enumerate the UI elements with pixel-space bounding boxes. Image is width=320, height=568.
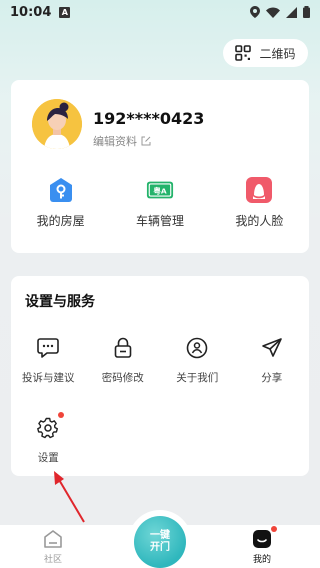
house-key-icon: [47, 176, 75, 204]
mine-notification-dot: [271, 525, 277, 532]
license-plate-icon: 粤A: [146, 176, 174, 204]
service-share[interactable]: 分享: [235, 336, 310, 385]
qr-code-label: 二维码: [259, 46, 296, 61]
avatar[interactable]: [32, 99, 82, 149]
smiley-circle-icon: [185, 336, 209, 360]
shortcut-my-face-label: 我的人脸: [235, 214, 284, 228]
mine-icon-wrap: [252, 525, 277, 549]
edit-icon: [141, 136, 151, 146]
service-settings-label: 设置: [37, 452, 59, 464]
service-feedback[interactable]: 投诉与建议: [11, 336, 86, 385]
qr-code-icon: [235, 45, 252, 61]
location-icon: [250, 6, 260, 18]
service-change-password[interactable]: 密码修改: [86, 336, 161, 385]
edit-profile-label: 编辑资料: [93, 135, 137, 148]
username: 192****0423: [93, 109, 205, 128]
service-password-label: 密码修改: [101, 372, 144, 384]
signal-icon: [286, 6, 297, 18]
shortcut-my-face[interactable]: 我的人脸: [210, 176, 309, 229]
svg-text:粤A: 粤A: [153, 185, 166, 195]
service-feedback-label: 投诉与建议: [22, 372, 75, 384]
qr-code-button[interactable]: 二维码: [223, 39, 308, 67]
status-time: 10:04: [10, 4, 52, 20]
unlock-label-line2: 开门: [150, 542, 170, 553]
profile-card: 192****0423 编辑资料 我的房屋 粤A 车辆管理 我的人脸: [11, 80, 309, 253]
services-row: 投诉与建议 密码修改 关于我们 分享: [11, 336, 309, 385]
shortcut-vehicle-label: 车辆管理: [135, 214, 184, 228]
one-key-unlock-button[interactable]: 一键 开门: [134, 516, 186, 568]
profile-shortcuts: 我的房屋 粤A 车辆管理 我的人脸: [11, 176, 309, 229]
shortcut-vehicle-management[interactable]: 粤A 车辆管理: [110, 176, 209, 229]
services-card: 设置与服务 投诉与建议 密码修改 关于我们 分享 设置: [11, 276, 309, 476]
chat-bubble-icon: [36, 336, 60, 360]
battery-icon: [303, 6, 310, 18]
avatar-illustration: [32, 99, 82, 149]
tab-mine-label: 我的: [252, 554, 271, 565]
edit-profile-link[interactable]: 编辑资料: [93, 133, 151, 149]
unlock-label-line1: 一键: [150, 530, 170, 541]
settings-notification-dot: [58, 412, 65, 418]
shortcut-my-house[interactable]: 我的房屋: [11, 176, 110, 229]
service-share-label: 分享: [261, 372, 283, 384]
wifi-icon: [266, 7, 280, 18]
home-icon: [44, 529, 62, 548]
tab-community-label: 社区: [43, 554, 62, 565]
status-icons: [250, 6, 310, 18]
service-about-us[interactable]: 关于我们: [160, 336, 235, 385]
tab-mine[interactable]: 我的: [222, 525, 302, 568]
shortcut-my-house-label: 我的房屋: [36, 214, 85, 228]
gear-icon: [36, 412, 65, 440]
face-icon: [245, 176, 273, 204]
services-row-2: 设置: [11, 412, 86, 465]
paper-plane-icon: [260, 336, 284, 360]
smile-face-icon: [253, 529, 271, 548]
status-bar: 10:04 A: [0, 0, 320, 24]
notification-badge: A: [59, 6, 71, 18]
service-settings[interactable]: 设置: [11, 412, 86, 465]
service-about-label: 关于我们: [176, 372, 219, 384]
lock-icon: [111, 336, 135, 360]
services-title: 设置与服务: [25, 294, 95, 310]
tab-community[interactable]: 社区: [13, 525, 93, 568]
